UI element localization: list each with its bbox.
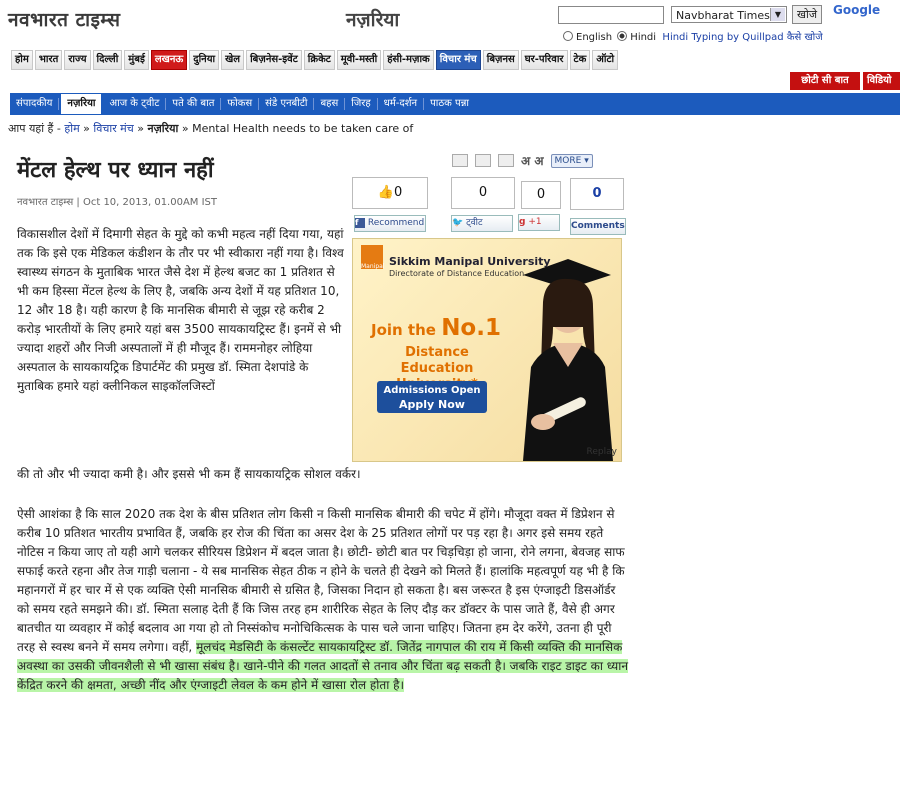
sub-nav-nazariya[interactable]: नज़रिया [61, 94, 102, 114]
nav-tab-auto[interactable]: ऑटो [592, 50, 619, 70]
nav-tab-tech[interactable]: टेक [569, 50, 591, 70]
advertisement-banner[interactable]: Manipal Sikkim Manipal University Direct… [352, 238, 622, 462]
font-size-control[interactable]: अ अ [521, 152, 544, 169]
search-scope-select[interactable]: Navbharat Times ▼ [671, 6, 787, 23]
chevron-down-icon: ▼ [770, 8, 785, 21]
nav-tab-cricket[interactable]: क्रिकेट [303, 50, 335, 70]
breadcrumb-separator: » [83, 122, 90, 135]
ad-join-text: Join the No.1 [371, 315, 501, 341]
article-paragraph: विकासशील देशों में दिमागी सेहत के मुद्दे… [17, 227, 344, 393]
nav-tab-lucknow[interactable]: लखनऊ [150, 50, 188, 70]
hindi-radio[interactable] [617, 31, 628, 41]
ad-replay-link[interactable]: Replay [587, 447, 617, 457]
breadcrumb-separator: » [181, 122, 189, 135]
facebook-recommend-button[interactable]: f Recommend [354, 215, 426, 232]
quillpad-link[interactable]: Hindi Typing by Quillpad [662, 32, 783, 43]
print-icon[interactable] [475, 154, 491, 167]
plus-one-label: +1 [528, 217, 542, 227]
article-paragraph-end: की तो और भी ज्यादा कमी है। और इससे भी कम… [17, 467, 361, 481]
email-icon[interactable] [452, 154, 468, 167]
section-title: नज़रिया [346, 9, 400, 31]
google-icon: g [519, 217, 526, 227]
graduate-person-image [523, 259, 613, 461]
recommend-label: Recommend [367, 218, 425, 228]
search-scope-value: Navbharat Times [676, 9, 770, 22]
gplus-button[interactable]: g +1 [518, 214, 560, 231]
sub-nav-debate[interactable]: बहस [314, 98, 346, 110]
nav-tab-family[interactable]: घर-परिवार [520, 50, 568, 70]
sub-nav-pate-ki-baat[interactable]: पते की बात [166, 98, 222, 110]
nav-tab-video[interactable]: विडियो [863, 72, 900, 90]
gplus-count: 0 [521, 181, 561, 209]
sub-nav-dharm-darshan[interactable]: धर्म-दर्शन [378, 98, 425, 110]
nav-tab-chhoti-si-baat[interactable]: छोटी सी बात [790, 72, 860, 90]
thumbs-up-icon: 👍 [377, 185, 394, 200]
nav-tab-sports[interactable]: खेल [221, 50, 245, 70]
ad-join-label: Join the [371, 321, 436, 339]
english-label: English [576, 32, 613, 43]
search-input[interactable] [558, 6, 664, 24]
nav-tab-movies[interactable]: मूवी-मस्ती [336, 50, 382, 70]
ad-directorate: Directorate of Distance Education [389, 269, 525, 278]
sub-nav-editorial[interactable]: संपादकीय [10, 98, 60, 110]
breadcrumb-prefix: आप यहां हैं - [8, 122, 61, 135]
article-text: ऐसी आशंका है कि साल 2020 तक देश के बीस प… [17, 507, 625, 654]
ad-btn-line2: Apply Now [399, 398, 465, 411]
sub-nav-todays-tweets[interactable]: आज के ट्वीट [103, 98, 167, 110]
sub-nav-sunday-nbt[interactable]: संडे एनबीटी [259, 98, 315, 110]
sub-nav-jirah[interactable]: जिरह [345, 98, 378, 110]
sub-nav: संपादकीय नज़रिया आज के ट्वीट पते की बात … [10, 93, 900, 115]
nav-tab-states[interactable]: राज्य [64, 50, 91, 70]
nav-tab-home[interactable]: होम [11, 50, 33, 70]
how-to-search-link[interactable]: कैसे खोजे [787, 32, 823, 43]
ad-no1: No.1 [441, 315, 501, 341]
tweet-count: 0 [451, 177, 515, 209]
main-nav: होम भारत राज्य दिल्ली मुंबई लखनऊ दुनिया … [11, 50, 619, 70]
site-logo[interactable]: नवभारत टाइम्स [8, 6, 120, 32]
breadcrumb-separator: » [137, 122, 144, 135]
tweet-button[interactable]: 🐦 ट्वीट [451, 215, 513, 232]
nav-tab-business-event[interactable]: बिज़नेस-इवेंट [246, 50, 302, 70]
english-radio[interactable] [563, 31, 573, 41]
article-byline: नवभारत टाइम्स | Oct 10, 2013, 01.00AM IS… [17, 197, 218, 208]
nav-tab-world[interactable]: दुनिया [189, 50, 220, 70]
breadcrumb-section[interactable]: विचार मंच [93, 122, 133, 135]
article-headline: मेंटल हेल्थ पर ध्यान नहीं [17, 158, 214, 183]
google-logo: Google [833, 3, 881, 17]
article-paragraph: ऐसी आशंका है कि साल 2020 तक देश के बीस प… [17, 505, 629, 695]
tweet-label: ट्वीट [466, 218, 483, 228]
more-label: MORE [554, 155, 582, 166]
nav-tab-humor[interactable]: हंसी-मज़ाक [383, 50, 434, 70]
twitter-icon: 🐦 [452, 218, 464, 228]
search-button[interactable]: खोजे [792, 5, 823, 24]
ad-btn-line1: Admissions Open [383, 385, 481, 396]
chevron-down-icon: ▾ [584, 155, 589, 166]
nav-tab-india[interactable]: भारत [34, 50, 63, 70]
facebook-like-count[interactable]: 👍0 [352, 177, 428, 209]
breadcrumb: आप यहां हैं - होम » विचार मंच » नज़रिया … [8, 121, 413, 136]
nav-tab-vichar-manch[interactable]: विचार मंच [435, 50, 481, 70]
sub-nav-reader-page[interactable]: पाठक पन्ना [424, 98, 475, 110]
manipal-logo: Manipal [361, 245, 385, 270]
nav-tab-business[interactable]: बिज़नस [482, 50, 519, 70]
more-button[interactable]: MORE ▾ [550, 153, 593, 168]
language-selector: English Hindi Hindi Typing by Quillpad क… [561, 29, 823, 43]
hindi-label: Hindi [630, 32, 657, 43]
nav-tab-mumbai[interactable]: मुंबई [124, 50, 149, 70]
sub-nav-focus[interactable]: फोकस [221, 98, 260, 110]
nav-tab-delhi[interactable]: दिल्ली [92, 50, 123, 70]
breadcrumb-sub[interactable]: नज़रिया [147, 122, 178, 135]
save-icon[interactable] [498, 154, 514, 167]
facebook-icon: f [355, 218, 365, 228]
breadcrumb-home[interactable]: होम [64, 122, 79, 135]
article-tools: अ अ MORE ▾ [452, 152, 593, 169]
comments-button[interactable]: Comments [570, 218, 626, 235]
ad-apply-button[interactable]: Admissions Open Apply Now [377, 381, 487, 413]
breadcrumb-current: Mental Health needs to be taken care of [192, 122, 414, 135]
manipal-logo-text: Manipal [361, 263, 385, 270]
comments-count[interactable]: 0 [570, 178, 624, 210]
facebook-count-value: 0 [393, 185, 403, 200]
